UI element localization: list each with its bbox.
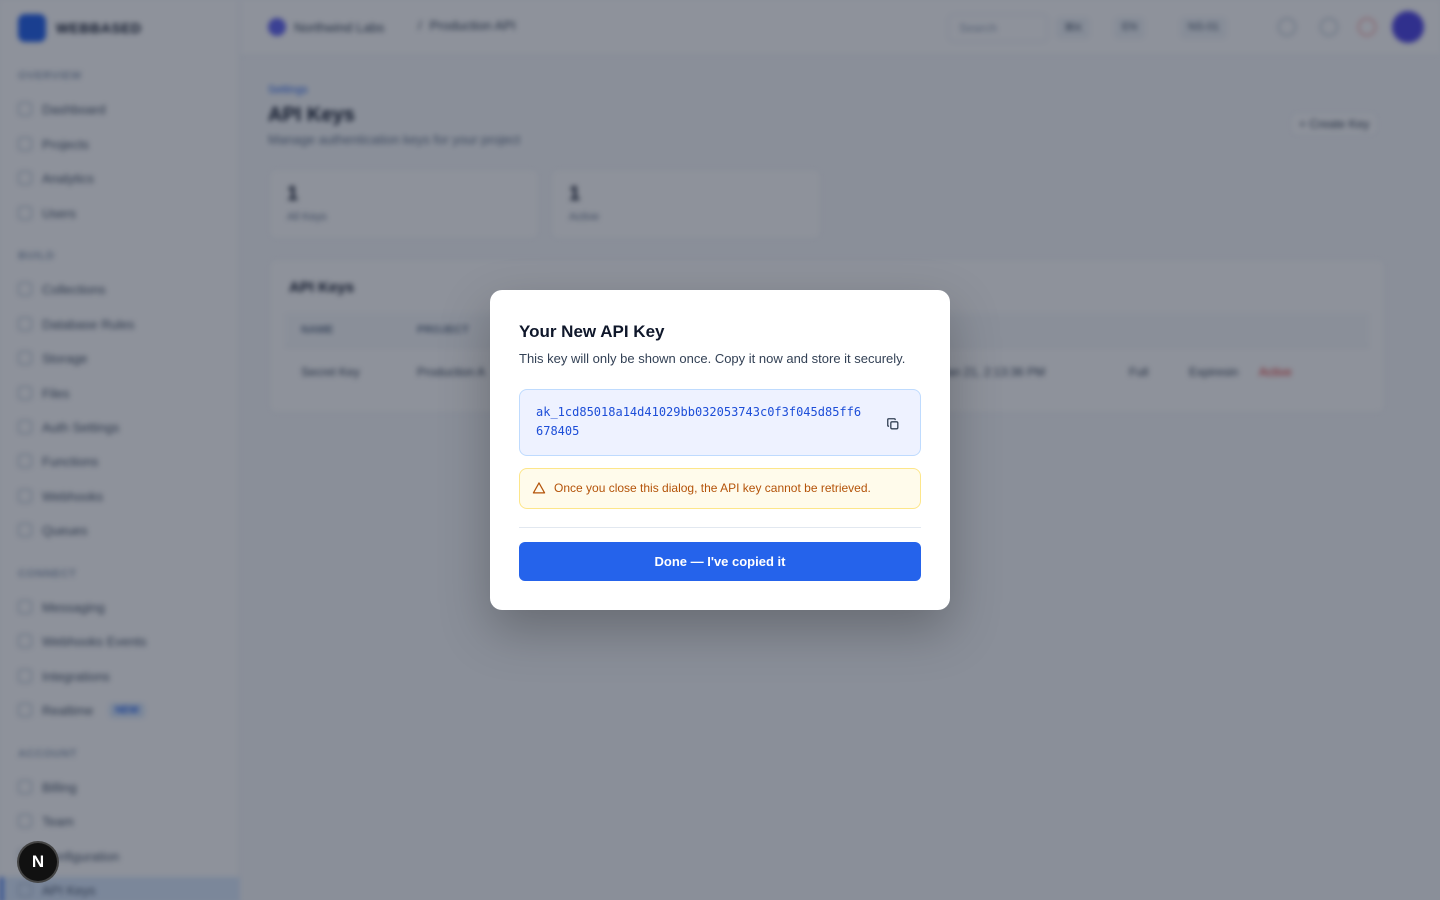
warning-banner: Once you close this dialog, the API key … <box>519 468 921 509</box>
warning-text: Once you close this dialog, the API key … <box>554 481 871 495</box>
dev-tools-button[interactable]: N <box>19 843 57 881</box>
dialog-title: Your New API Key <box>519 322 665 341</box>
dialog-subtitle: This key will only be shown once. Copy i… <box>519 351 906 366</box>
dialog-divider <box>519 527 921 528</box>
new-api-key-dialog: Your New API Key This key will only be s… <box>490 290 950 610</box>
api-key-value[interactable]: ak_1cd85018a14d41029bb032053743c0f3f045d… <box>536 403 866 441</box>
done-button[interactable]: Done — I've copied it <box>519 542 921 581</box>
api-key-box: ak_1cd85018a14d41029bb032053743c0f3f045d… <box>519 389 921 456</box>
warning-triangle-icon <box>532 482 546 494</box>
copy-icon <box>887 418 899 430</box>
copy-key-button[interactable] <box>882 413 904 435</box>
